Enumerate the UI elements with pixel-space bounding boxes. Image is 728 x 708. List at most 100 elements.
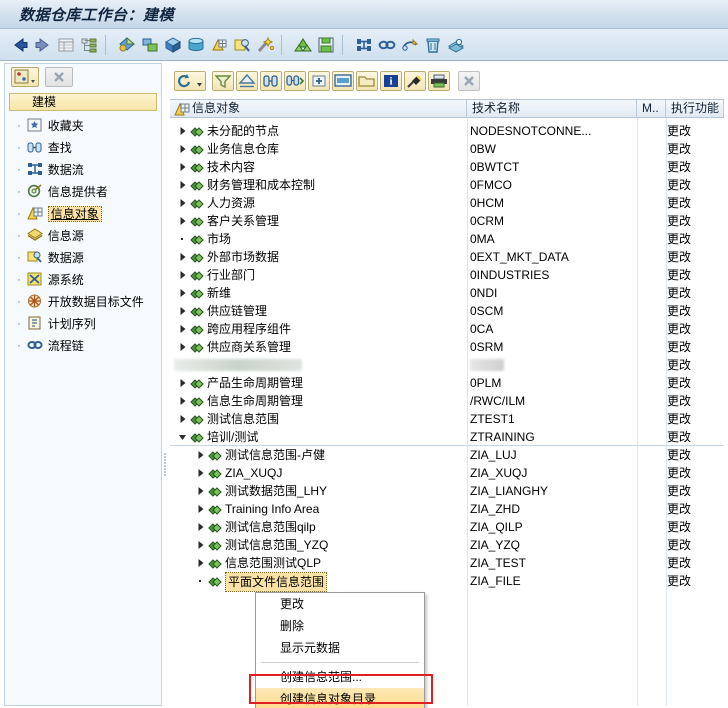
chevron-right-icon[interactable] xyxy=(178,320,187,338)
table-row[interactable]: 测试信息范围-卢健 ZIA_LUJ 更改 xyxy=(170,446,724,464)
context-menu-item-change[interactable]: 更改 xyxy=(256,593,424,615)
row-action-link[interactable]: 更改 xyxy=(667,284,691,302)
column-header-m[interactable]: M.. xyxy=(637,100,666,118)
row-action-link[interactable]: 更改 xyxy=(667,428,691,446)
chevron-right-icon[interactable] xyxy=(196,554,205,572)
sidebar-item-dataflow[interactable]: · 数据流 xyxy=(5,158,161,180)
close-panel-icon[interactable] xyxy=(45,67,73,87)
chevron-right-icon[interactable] xyxy=(196,536,205,554)
table-row[interactable]: 业务信息仓库 0BW 更改 xyxy=(170,140,724,158)
column-header-tech[interactable]: 技术名称 xyxy=(467,100,637,118)
sidebar-item-infoobject[interactable]: · 信息对象 xyxy=(5,202,161,224)
chevron-right-icon[interactable] xyxy=(178,122,187,140)
chevron-right-icon[interactable] xyxy=(178,194,187,212)
row-action-link[interactable]: 更改 xyxy=(667,392,691,410)
chevron-right-icon[interactable] xyxy=(178,410,187,428)
context-menu-item-delete[interactable]: 删除 xyxy=(256,615,424,637)
row-action-link[interactable]: 更改 xyxy=(667,500,691,518)
table-row[interactable]: 人力资源 0HCM 更改 xyxy=(170,194,724,212)
row-action-link[interactable]: 更改 xyxy=(667,302,691,320)
chevron-right-icon[interactable] xyxy=(196,500,205,518)
expand-all-icon[interactable] xyxy=(308,71,330,91)
chevron-right-icon[interactable] xyxy=(178,302,187,320)
infoprovider-icon[interactable] xyxy=(117,35,137,55)
chevron-right-icon[interactable] xyxy=(178,374,187,392)
sidebar-item-planningsequence[interactable]: · 计划序列 xyxy=(5,312,161,334)
admin-icon[interactable] xyxy=(446,35,466,55)
table-row[interactable]: 测试信息范围_YZQ ZIA_YZQ 更改 xyxy=(170,536,724,554)
navigation-mode-icon[interactable] xyxy=(11,67,39,87)
table-row[interactable]: 行业部门 0INDUSTRIES 更改 xyxy=(170,266,724,284)
forward-icon[interactable] xyxy=(33,35,53,55)
sidebar-item-processchain[interactable]: · 流程链 xyxy=(5,334,161,356)
chevron-right-icon[interactable] xyxy=(178,266,187,284)
row-action-link[interactable]: 更改 xyxy=(667,212,691,230)
find-next-icon[interactable] xyxy=(284,71,306,91)
row-action-link[interactable]: 更改 xyxy=(667,446,691,464)
context-menu-item-create-infoarea[interactable]: 创建信息范围... xyxy=(256,666,424,688)
dataflow-icon[interactable] xyxy=(354,35,374,55)
sidebar-item-search[interactable]: · 查找 xyxy=(5,136,161,158)
chevron-right-icon[interactable] xyxy=(178,158,187,176)
row-action-link[interactable]: 更改 xyxy=(667,464,691,482)
table-row[interactable]: 产品生命周期管理 0PLM 更改 xyxy=(170,374,724,392)
chevron-down-icon[interactable] xyxy=(178,428,187,446)
database-icon[interactable] xyxy=(186,35,206,55)
row-action-link[interactable]: 更改 xyxy=(667,230,691,248)
table-row[interactable]: 新维 0NDI 更改 xyxy=(170,284,724,302)
table-row[interactable]: ZIA_XUQJ ZIA_XUQJ 更改 xyxy=(170,464,724,482)
save-icon[interactable] xyxy=(316,35,336,55)
row-action-link[interactable]: 更改 xyxy=(667,266,691,284)
chevron-right-icon[interactable] xyxy=(178,176,187,194)
table-row[interactable]: 测试信息范围qilp ZIA_QILP 更改 xyxy=(170,518,724,536)
table-row[interactable]: 供应商关系管理 0SRM 更改 xyxy=(170,338,724,356)
folder-icon[interactable] xyxy=(356,71,378,91)
table-row[interactable]: 跨应用程序组件 0CA 更改 xyxy=(170,320,724,338)
sidebar-item-favorites[interactable]: · 收藏夹 xyxy=(5,114,161,136)
info-icon[interactable]: i xyxy=(380,71,402,91)
row-action-link[interactable]: 更改 xyxy=(667,320,691,338)
print-icon[interactable] xyxy=(428,71,450,91)
pin-icon[interactable] xyxy=(404,71,426,91)
sidebar-item-opendatahub[interactable]: · 开放数据目标文件 xyxy=(5,290,161,312)
monitor-icon[interactable] xyxy=(400,35,420,55)
table-row[interactable]: 市场 0MA 更改 xyxy=(170,230,724,248)
datastore-object-icon[interactable] xyxy=(140,35,160,55)
chevron-right-icon[interactable] xyxy=(196,518,205,536)
infocube-icon[interactable] xyxy=(163,35,183,55)
sidebar-item-infoprovider[interactable]: · 信息提供者 xyxy=(5,180,161,202)
chevron-right-icon[interactable] xyxy=(178,140,187,158)
chevron-right-icon[interactable] xyxy=(196,482,205,500)
row-action-link[interactable]: 更改 xyxy=(667,482,691,500)
row-action-link[interactable]: 更改 xyxy=(667,140,691,158)
chevron-right-icon[interactable] xyxy=(178,338,187,356)
table-row[interactable]: 信息范围测试QLP ZIA_TEST 更改 xyxy=(170,554,724,572)
row-action-link[interactable]: 更改 xyxy=(667,194,691,212)
column-header-action[interactable]: 执行功能 xyxy=(666,100,724,118)
back-icon[interactable] xyxy=(10,35,30,55)
table-row[interactable]: 更改 xyxy=(170,356,724,374)
row-action-link[interactable]: 更改 xyxy=(667,572,691,590)
row-action-link[interactable]: 更改 xyxy=(667,158,691,176)
row-action-link[interactable]: 更改 xyxy=(667,374,691,392)
close-icon[interactable] xyxy=(458,71,480,91)
row-action-link[interactable]: 更改 xyxy=(667,248,691,266)
table-row[interactable]: 平面文件信息范围 ZIA_FILE 更改 xyxy=(170,572,724,592)
table-row[interactable]: 测试数据范围_LHY ZIA_LIANGHY 更改 xyxy=(170,482,724,500)
table-row[interactable]: 供应链管理 0SCM 更改 xyxy=(170,302,724,320)
row-action-link[interactable]: 更改 xyxy=(667,356,691,374)
table-row[interactable]: 未分配的节点 NODESNOTCONNE... 更改 xyxy=(170,122,724,140)
chevron-right-icon[interactable] xyxy=(178,284,187,302)
chevron-right-icon[interactable] xyxy=(178,212,187,230)
chevron-right-icon[interactable] xyxy=(178,392,187,410)
row-action-link[interactable]: 更改 xyxy=(667,176,691,194)
row-action-link[interactable]: 更改 xyxy=(667,122,691,140)
table-row[interactable]: Training Info Area ZIA_ZHD 更改 xyxy=(170,500,724,518)
list-view-icon[interactable] xyxy=(56,35,76,55)
panel-splitter[interactable] xyxy=(163,452,167,478)
row-action-link[interactable]: 更改 xyxy=(667,410,691,428)
sort-ascending-icon[interactable] xyxy=(236,71,258,91)
filter-icon[interactable] xyxy=(212,71,234,91)
table-row[interactable]: 技术内容 0BWTCT 更改 xyxy=(170,158,724,176)
table-row[interactable]: 培训/测试 ZTRAINING 更改 xyxy=(170,428,724,446)
